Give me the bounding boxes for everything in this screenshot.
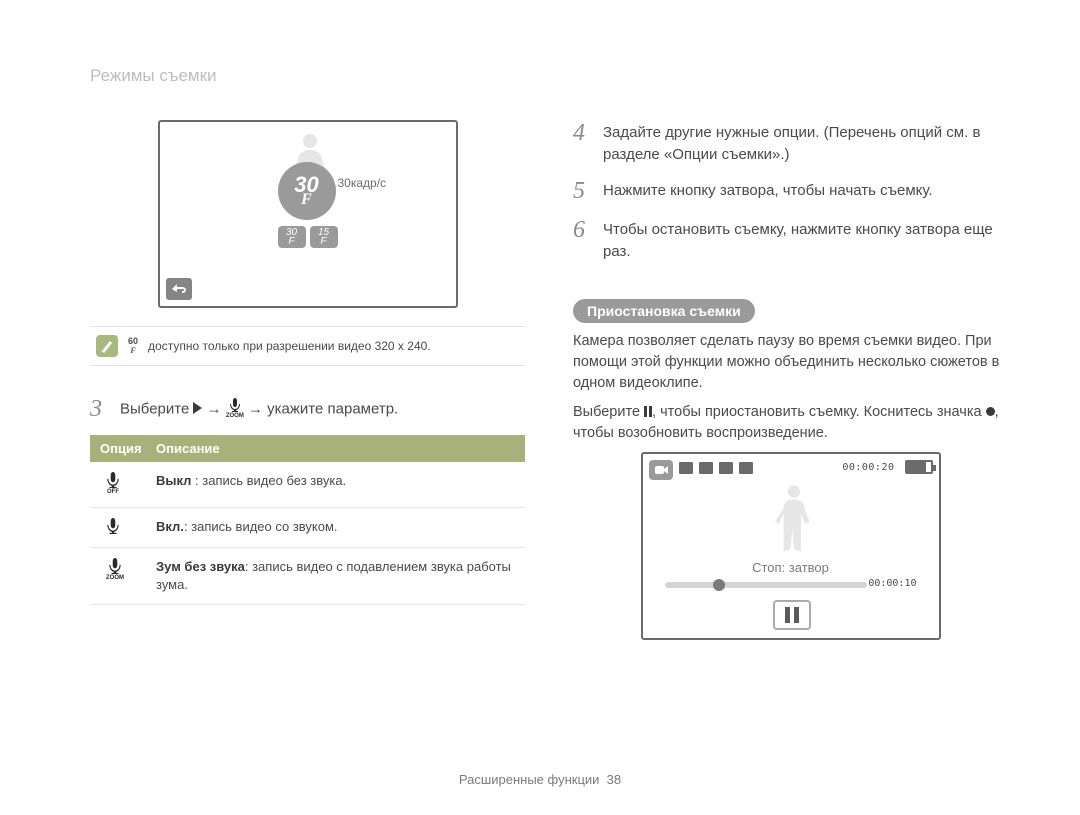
fps-option-30[interactable]: 30 F [278,226,306,248]
paragraph: Камера позволяет сделать паузу во время … [573,331,1008,394]
step-3: 3 Выберите → ZOOM → укажите параметр. [90,396,525,423]
status-icon [679,462,693,474]
step-text: Выберите → ZOOM → укажите параметр. [120,396,398,423]
page-footer: Расширенные функции 38 [0,772,1080,787]
mic-zoom-icon: ZOOM [106,558,124,583]
recording-time: 00:00:20 [842,462,894,473]
stop-hint: Стоп: затвор [643,560,939,575]
subsection-heading: Приостановка съемки [573,299,755,323]
step-number: 6 [573,217,589,263]
elapsed-time: 00:00:10 [868,578,916,589]
mic-zoom-icon: ZOOM [226,398,244,421]
status-icons [679,462,753,474]
header-description: Описание [152,435,525,462]
fps-option-15[interactable]: 15 F [310,226,338,248]
paragraph: Выберите , чтобы приостановить съемку. К… [573,402,1008,444]
battery-icon [905,460,933,474]
step-text: Чтобы остановить съемку, нажмите кнопку … [603,217,1008,263]
camera-screen-fps: 30 F 30кадр/с 30 F 15 F [158,120,458,308]
step-number: 4 [573,120,589,166]
mode-badge [649,460,673,480]
step-text: Задайте другие нужные опции. (Перечень о… [603,120,1008,166]
step-4: 4 Задайте другие нужные опции. (Перечень… [573,120,1008,166]
status-icon [739,462,753,474]
fps-label: 30кадр/с [338,176,387,190]
silhouette-icon [773,482,815,560]
note-text: доступно только при разрешении видео 320… [148,339,431,353]
table-row: OFF Выкл : запись видео без звука. [90,462,525,508]
note-box: 60 F доступно только при разрешении виде… [90,326,525,366]
status-icon [699,462,713,474]
camera-screen-record: 00:00:20 Стоп: затвор 00:00:10 [641,452,941,640]
mic-off-icon: OFF [106,472,120,497]
left-column: 30 F 30кадр/с 30 F 15 F [90,120,525,640]
record-icon [986,407,995,416]
step-number: 5 [573,178,589,205]
right-column: 4 Задайте другие нужные опции. (Перечень… [573,120,1008,640]
pause-icon [644,406,652,417]
progress-bar[interactable] [665,582,867,588]
options-table: Опция Описание OFF Выкл : запись видео б… [90,435,525,605]
back-button[interactable] [166,278,192,300]
table-header: Опция Описание [90,435,525,462]
step-5: 5 Нажмите кнопку затвора, чтобы начать с… [573,178,1008,205]
step-text: Нажмите кнопку затвора, чтобы начать съе… [603,178,933,205]
pause-button[interactable] [773,600,811,630]
note-icon [96,335,118,357]
section-title: Режимы съемки [90,66,1008,86]
progress-handle[interactable] [713,579,725,591]
step-number: 3 [90,396,106,423]
mic-on-icon [106,518,120,534]
table-row: Вкл.: запись видео со звуком. [90,508,525,548]
fps60-icon: 60 F [128,336,138,356]
fps-badge-f: F [301,194,312,206]
table-row: ZOOM Зум без звука: запись видео с подав… [90,548,525,605]
back-arrow-icon [172,283,186,295]
fps-badge-large: 30 F [278,162,336,220]
header-option: Опция [90,435,152,462]
step-6: 6 Чтобы остановить съемку, нажмите кнопк… [573,217,1008,263]
status-icon [719,462,733,474]
